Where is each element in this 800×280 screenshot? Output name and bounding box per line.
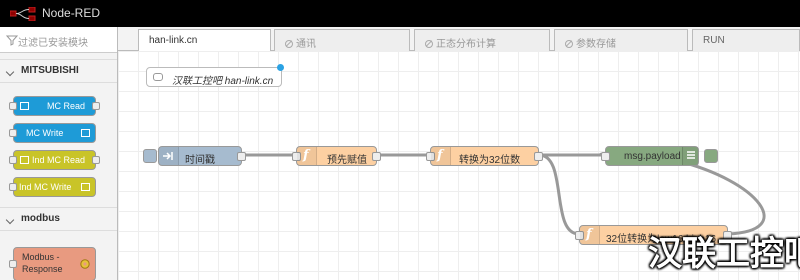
node-label: msg.payload [624,151,681,162]
watermark-text: 汉联工控吧 [648,234,800,274]
input-port [601,152,610,161]
list-icon [682,147,698,165]
header-bar: Node-RED [0,0,800,27]
node-label: Modbus - Response [22,252,63,274]
arrow-in-icon [159,147,179,165]
chevron-down-icon [5,67,15,77]
input-port [9,129,17,137]
palette-category-modbus[interactable]: modbus [0,207,117,231]
palette-node-ind-mc-read[interactable]: Ind MC Read [9,150,100,170]
disabled-icon [425,40,433,48]
inject-button[interactable] [143,149,157,163]
app-title: Node-RED [42,6,101,20]
input-port [9,260,17,268]
node-label: MC Read [47,101,86,111]
disabled-icon [565,40,573,48]
gear-icon [80,259,90,269]
chevron-down-icon [5,215,15,225]
output-port [237,152,246,161]
node-label: 时间戳 [185,155,215,166]
tab-han-link[interactable]: han-link.cn [138,29,271,52]
function-icon: f [580,226,600,244]
disabled-icon [285,40,293,48]
flow-tabs: han-link.cn 通讯 正态分布计算 参数存储 RUN [118,27,800,52]
node-out-icon [20,102,29,110]
changed-indicator [277,64,284,71]
tab-label: RUN [703,35,725,46]
node-in-icon [81,183,90,191]
tab-normal-distribution[interactable]: 正态分布计算 [414,29,550,51]
node-label: Ind MC Read [32,155,86,165]
wire [538,153,580,236]
node-out-icon [20,156,29,164]
palette-node-ind-mc-write[interactable]: Ind MC Write [9,177,96,197]
input-port [9,102,17,110]
palette-search-input[interactable]: 过滤已安装模块 [0,27,117,53]
node-label: 转换为32位数 [459,155,521,166]
palette-node-modbus-response[interactable]: Modbus - Response [9,247,96,280]
node-label: Ind MC Write [19,182,72,192]
function-node-preset[interactable]: f 预先赋值 [292,146,381,166]
category-label: MITSUBISHI [21,65,79,76]
debug-toggle-button[interactable] [704,149,718,163]
node-label: MC Write [26,128,64,138]
palette-search-placeholder: 过滤已安装模块 [18,38,88,49]
output-port [534,152,543,161]
function-icon: f [297,147,317,165]
tab-label: 通讯 [296,39,316,50]
comment-icon [153,73,163,81]
input-port [9,183,17,191]
tab-tongxun[interactable]: 通讯 [274,29,410,51]
tab-label: 参数存储 [576,39,616,50]
output-port [372,152,381,161]
node-label: 预先赋值 [327,155,367,166]
tab-run[interactable]: RUN [692,29,800,51]
tab-param-storage[interactable]: 参数存储 [554,29,688,51]
tab-label: han-link.cn [149,35,198,46]
debug-node[interactable]: msg.payload [601,146,718,166]
comment-node[interactable]: 汉联工控吧 han-link.cn [146,64,284,87]
palette-category-mitsubishi[interactable]: MITSUBISHI [0,59,117,83]
function-icon: f [431,147,451,165]
input-port [9,156,17,164]
node-palette: 过滤已安装模块 MITSUBISHI MC Read MC Write Ind … [0,27,118,280]
output-port [92,102,100,110]
category-label: modbus [21,213,60,224]
palette-node-mc-read[interactable]: MC Read [9,96,100,116]
node-in-icon [81,129,90,137]
function-node-to32[interactable]: f 转换为32位数 [426,146,543,166]
palette-node-mc-write[interactable]: MC Write [9,123,96,143]
filter-icon [6,35,18,46]
output-port [92,156,100,164]
node-red-logo-icon [10,7,36,21]
tab-label: 正态分布计算 [436,39,496,50]
wire [599,152,766,236]
comment-label: 汉联工控吧 han-link.cn [172,76,274,87]
inject-node[interactable]: 时间戳 [143,146,246,166]
